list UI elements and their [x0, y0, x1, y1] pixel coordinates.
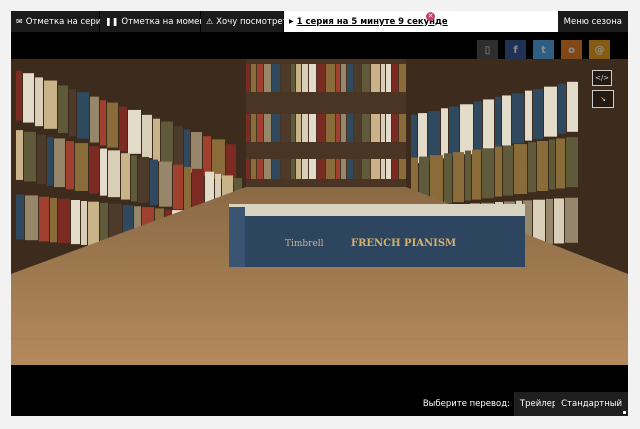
fullscreen-exit-button[interactable]: ↘ [592, 90, 614, 108]
video-still: Timbrell FRENCH PIANISM [11, 59, 628, 365]
warning-icon: ⚠ [206, 17, 214, 26]
video-frame[interactable]: Timbrell FRENCH PIANISM [11, 59, 628, 365]
tab-moment-mark[interactable]: ❚❚ Отметка на моменте [100, 11, 215, 32]
translation-label: Выберите перевод: [422, 399, 510, 409]
video-player: ✉ Отметка на серии ❚❚ Отметка на моменте… [11, 11, 628, 416]
mailru-icon[interactable]: @ [589, 40, 610, 61]
fullscreen-exit-icon: ↘ [600, 95, 606, 103]
facebook-icon[interactable]: f [505, 40, 526, 61]
tab-want-to-watch[interactable]: ⚠ Хочу посмотреть [201, 11, 293, 32]
progress-link[interactable]: 1 серия на 5 минуте 9 секунде [297, 17, 448, 27]
embed-code-button[interactable]: </> [592, 70, 612, 86]
translation-bar: Выберите перевод: Трейлеры Стандартный [11, 365, 628, 416]
season-menu-button[interactable]: Меню сезона [557, 11, 628, 32]
option-label: Стандартный [561, 399, 622, 409]
tab-label: Отметка на серии [25, 16, 107, 27]
play-icon: ▶ [289, 18, 294, 25]
bookmark-icon[interactable]: ▯ [477, 40, 498, 61]
tab-series-mark[interactable]: ✉ Отметка на серии [11, 11, 107, 32]
odnoklassniki-icon[interactable]: o [561, 40, 582, 61]
selected-indicator [623, 411, 626, 414]
twitter-icon[interactable]: t [533, 40, 554, 61]
season-menu-label: Меню сезона [563, 16, 622, 27]
book-author: Timbrell [285, 239, 324, 249]
translation-option-standard[interactable]: Стандартный [555, 392, 628, 416]
tab-watch-progress[interactable]: ▶ 1 серия на 5 минуте 9 секунде ✕ [284, 11, 568, 32]
player-tab-bar: ✉ Отметка на серии ❚❚ Отметка на моменте… [11, 11, 628, 32]
pause-icon: ❚❚ [105, 17, 119, 26]
book-title: FRENCH PIANISM [351, 238, 456, 249]
embed-code-icon: </> [594, 74, 610, 82]
envelope-icon: ✉ [16, 17, 23, 26]
tab-label: Хочу посмотреть [216, 16, 293, 27]
close-icon[interactable]: ✕ [426, 12, 435, 21]
